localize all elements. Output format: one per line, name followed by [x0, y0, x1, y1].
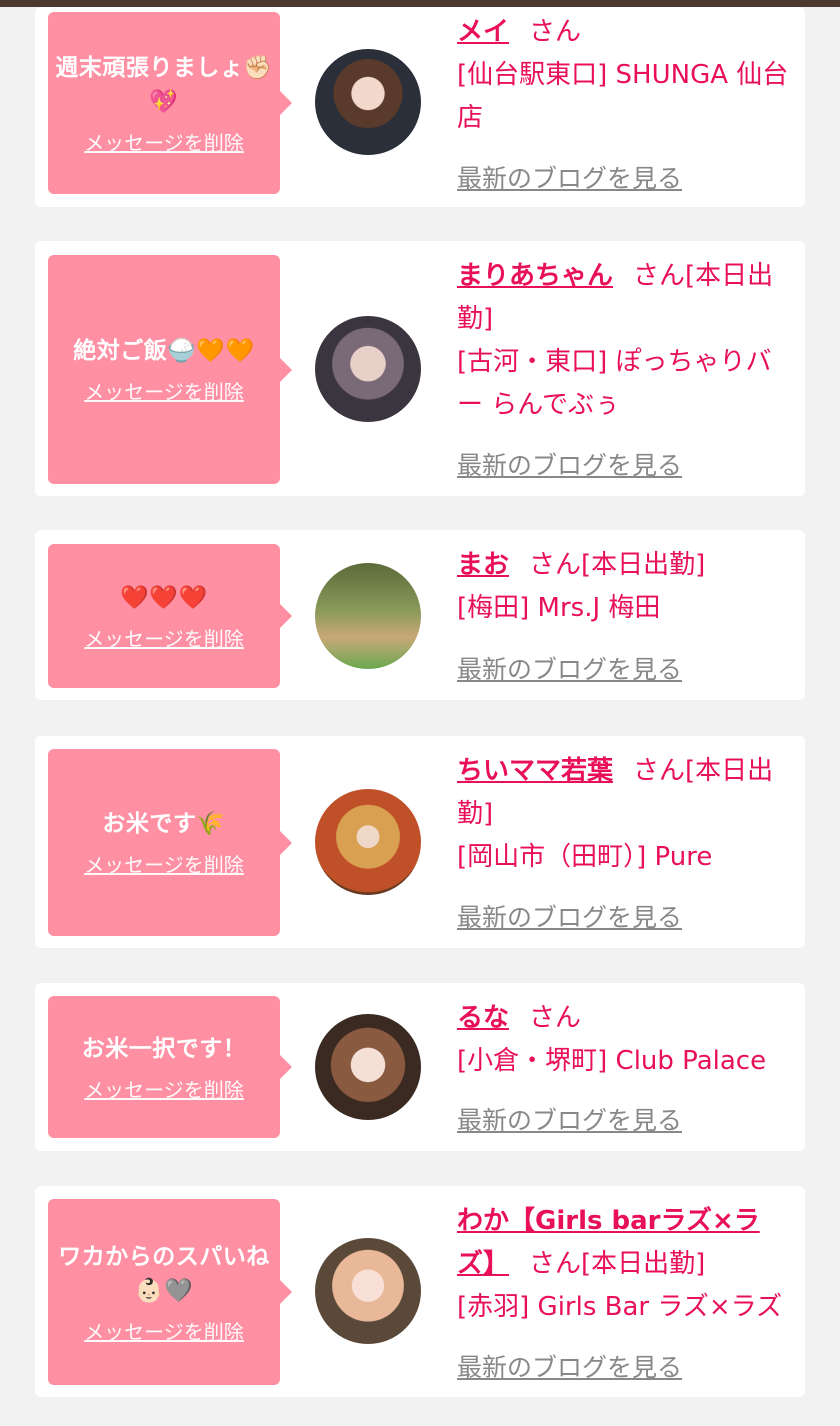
status: [本日出勤] — [581, 1249, 706, 1279]
cast-info: まお さん[本日出勤] [梅田] Mrs.J 梅田 — [457, 544, 792, 630]
delete-message-link[interactable]: メッセージを削除 — [84, 127, 244, 156]
shop-name: [梅田] Mrs.J 梅田 — [457, 593, 661, 623]
honorific: さん — [529, 1003, 582, 1033]
avatar[interactable] — [315, 1238, 421, 1344]
message-bubble: ❤️❤️❤️ メッセージを削除 — [48, 544, 292, 688]
avatar[interactable] — [315, 49, 421, 155]
cast-info: るな さん [小倉・堺町] Club Palace — [457, 997, 792, 1083]
latest-blog-link[interactable]: 最新のブログを見る — [457, 1101, 682, 1137]
cast-name-link[interactable]: まりあちゃん — [457, 261, 613, 291]
avatar[interactable] — [315, 316, 421, 422]
cast-info: ちいママ若葉 さん[本日出勤] [岡山市（田町）] Pure — [457, 750, 792, 879]
latest-blog-link[interactable]: 最新のブログを見る — [457, 159, 682, 195]
message-bubble: ワカからのスパいね👶🏻🩶 メッセージを削除 — [48, 1199, 292, 1385]
message-bubble: お米一択です！ メッセージを削除 — [48, 996, 292, 1138]
avatar[interactable] — [315, 789, 421, 895]
shop-name: [仙台駅東口] SHUNGA 仙台店 — [457, 60, 789, 133]
message-card: ワカからのスパいね👶🏻🩶 メッセージを削除 わか【Girls barラズ×ラズ】… — [35, 1186, 805, 1397]
avatar[interactable] — [315, 563, 421, 669]
message-bubble: 週末頑張りましょ✊🏻💖 メッセージを削除 — [48, 12, 292, 194]
message-text: お米一択です！ — [81, 1035, 247, 1062]
latest-blog-link[interactable]: 最新のブログを見る — [457, 898, 682, 934]
delete-message-link[interactable]: メッセージを削除 — [84, 849, 244, 878]
latest-blog-link[interactable]: 最新のブログを見る — [457, 650, 682, 686]
message-card: 絶対ご飯🍚🧡🧡 メッセージを削除 まりあちゃん さん[本日出勤] [古河・東口] … — [35, 241, 805, 496]
message-bubble: お米です🌾 メッセージを削除 — [48, 749, 292, 936]
latest-blog-link[interactable]: 最新のブログを見る — [457, 446, 682, 482]
honorific: さん — [529, 17, 582, 47]
message-card: ❤️❤️❤️ メッセージを削除 まお さん[本日出勤] [梅田] Mrs.J 梅田… — [35, 530, 805, 700]
message-bubble: 絶対ご飯🍚🧡🧡 メッセージを削除 — [48, 255, 292, 484]
honorific: さん — [633, 261, 686, 291]
delete-message-link[interactable]: メッセージを削除 — [84, 1316, 244, 1345]
cast-info: メイ さん [仙台駅東口] SHUNGA 仙台店 — [457, 11, 792, 140]
avatar[interactable] — [315, 1014, 421, 1120]
cast-info: まりあちゃん さん[本日出勤] [古河・東口] ぽっちゃりバー らんでぶぅ — [457, 255, 792, 427]
message-text: ❤️❤️❤️ — [120, 584, 208, 611]
message-text: お米です🌾 — [102, 811, 226, 837]
latest-blog-link[interactable]: 最新のブログを見る — [457, 1348, 682, 1384]
cast-name-link[interactable]: まお — [457, 550, 509, 580]
message-card: 週末頑張りましょ✊🏻💖 メッセージを削除 メイ さん [仙台駅東口] SHUNGA… — [35, 7, 805, 207]
honorific: さん — [633, 756, 686, 786]
message-text: 週末頑張りましょ✊🏻💖 — [55, 54, 273, 115]
cast-name-link[interactable]: ちいママ若葉 — [457, 756, 613, 786]
message-card: お米です🌾 メッセージを削除 ちいママ若葉 さん[本日出勤] [岡山市（田町）] … — [35, 736, 805, 948]
message-text: ワカからのスパいね👶🏻🩶 — [58, 1243, 270, 1304]
honorific: さん — [529, 550, 582, 580]
status: [本日出勤] — [581, 550, 706, 580]
honorific: さん — [529, 1249, 582, 1279]
shop-name: [古河・東口] ぽっちゃりバー らんでぶぅ — [457, 347, 772, 420]
delete-message-link[interactable]: メッセージを削除 — [84, 1074, 244, 1103]
shop-name: [小倉・堺町] Club Palace — [457, 1046, 767, 1076]
shop-name: [岡山市（田町）] Pure — [457, 842, 713, 872]
cast-info: わか【Girls barラズ×ラズ】 さん[本日出勤] [赤羽] Girls Ba… — [457, 1200, 792, 1329]
top-bar — [0, 0, 840, 7]
message-card: お米一択です！ メッセージを削除 るな さん [小倉・堺町] Club Palac… — [35, 983, 805, 1151]
shop-name: [赤羽] Girls Bar ラズ×ラズ — [457, 1292, 783, 1322]
message-text: 絶対ご飯🍚🧡🧡 — [73, 338, 255, 364]
cast-name-link[interactable]: るな — [457, 1003, 509, 1033]
delete-message-link[interactable]: メッセージを削除 — [84, 376, 244, 405]
delete-message-link[interactable]: メッセージを削除 — [84, 623, 244, 652]
cast-name-link[interactable]: メイ — [457, 17, 509, 47]
